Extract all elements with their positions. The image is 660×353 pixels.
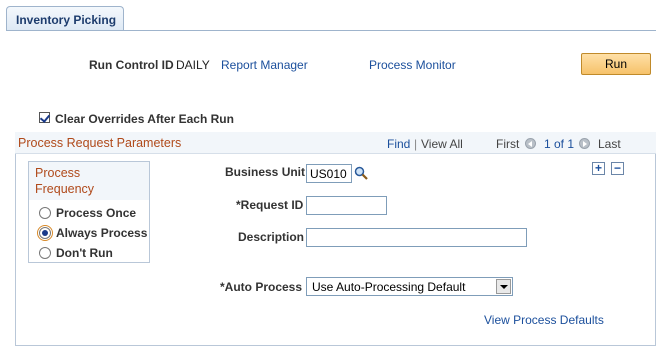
chevron-down-icon[interactable]: [496, 279, 511, 294]
row-range: 1 of 1: [544, 137, 575, 151]
auto-process-value: Use Auto-Processing Default: [312, 280, 466, 294]
view-all-link[interactable]: View All: [421, 137, 463, 151]
business-unit-label: Business Unit: [225, 165, 306, 179]
auto-process-select[interactable]: Use Auto-Processing Default: [306, 277, 513, 296]
group-title: Process Request Parameters: [18, 136, 182, 150]
business-unit-input[interactable]: [306, 164, 352, 183]
description-input[interactable]: [306, 228, 527, 247]
nav-separator: |: [414, 137, 418, 151]
auto-process-label: *Auto Process: [220, 280, 303, 294]
previous-icon[interactable]: [525, 138, 536, 149]
request-id-input[interactable]: [306, 196, 387, 215]
delete-row-button[interactable]: −: [611, 162, 624, 175]
first-link[interactable]: First: [496, 137, 519, 151]
process-frequency-title: Process Frequency: [35, 166, 95, 196]
last-link[interactable]: Last: [598, 137, 621, 151]
process-monitor-link[interactable]: Process Monitor: [369, 58, 456, 72]
radio-label-dont-run: Don't Run: [56, 246, 113, 260]
next-icon[interactable]: [579, 138, 590, 149]
report-manager-link[interactable]: Report Manager: [221, 58, 308, 72]
radio-process-once[interactable]: [39, 207, 51, 219]
tab-underline: [6, 30, 656, 31]
lookup-icon[interactable]: [354, 166, 368, 180]
run-control-label: Run Control ID: [89, 58, 174, 72]
radio-dont-run[interactable]: [39, 247, 51, 259]
radio-label-always-process: Always Process: [56, 226, 148, 240]
run-control-value: DAILY: [176, 58, 210, 72]
request-id-label: *Request ID: [236, 198, 304, 212]
tab-inventory-picking[interactable]: Inventory Picking: [6, 6, 124, 31]
description-label: Description: [238, 230, 305, 244]
tab-label: Inventory Picking: [16, 13, 117, 27]
radio-always-process[interactable]: [37, 225, 53, 241]
radio-label-process-once: Process Once: [56, 206, 137, 220]
add-row-button[interactable]: +: [592, 162, 605, 175]
find-link[interactable]: Find: [387, 137, 410, 151]
clear-overrides-label: Clear Overrides After Each Run: [55, 112, 234, 126]
run-button[interactable]: Run: [581, 53, 651, 75]
view-process-defaults-link[interactable]: View Process Defaults: [484, 313, 604, 327]
clear-overrides-checkbox[interactable]: [39, 112, 50, 123]
